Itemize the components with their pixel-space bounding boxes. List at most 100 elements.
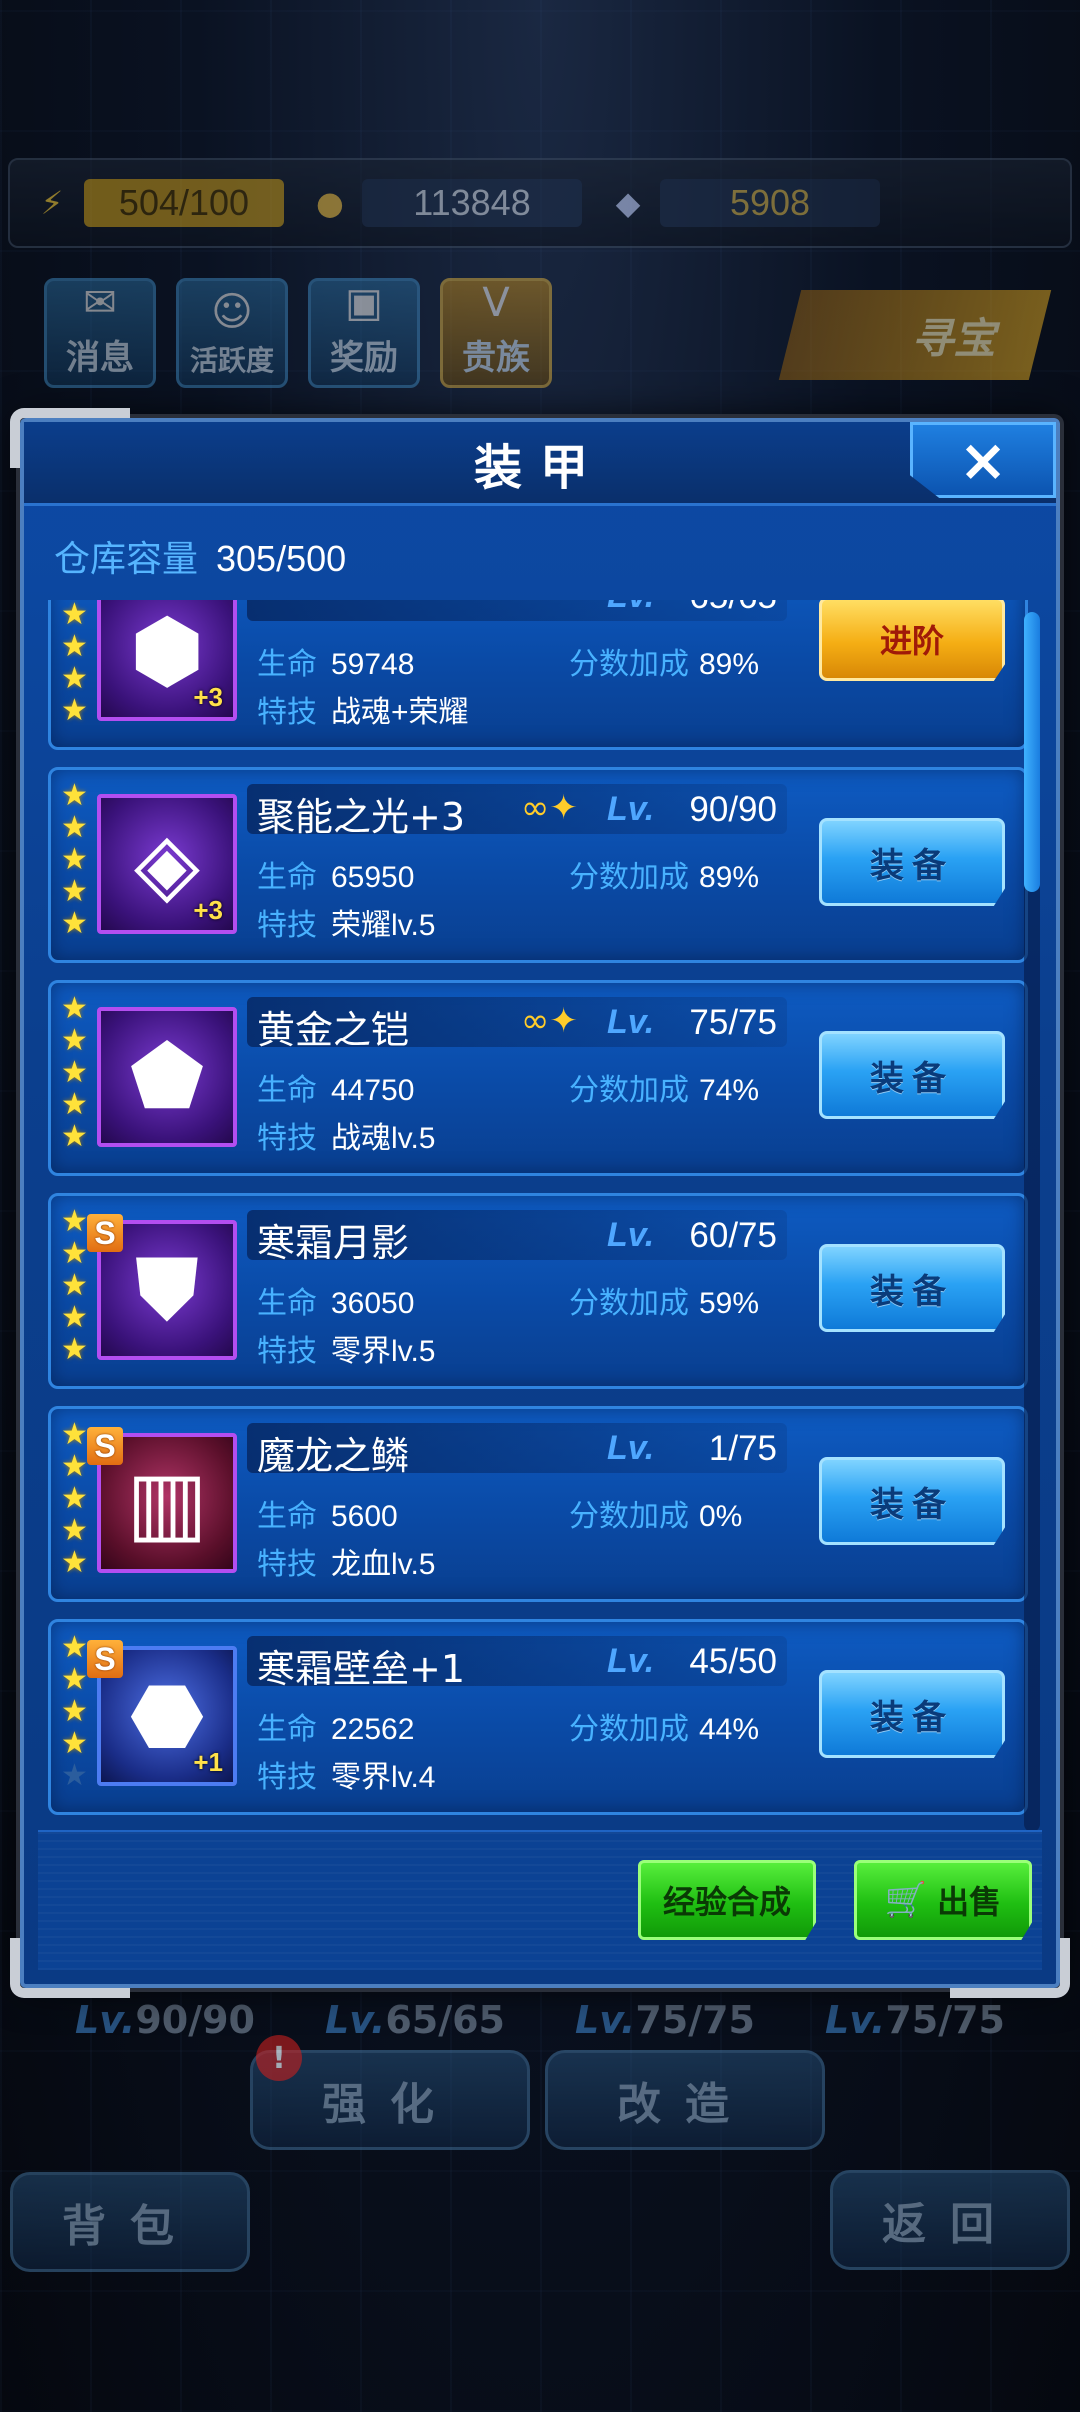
star-icon: ★ bbox=[61, 874, 88, 909]
armor-item[interactable]: ★★★★★ ⬢ +3 Lv. 65/65 生命 59748 分数加成 89% 特技战… bbox=[48, 600, 1028, 750]
backpack-button[interactable]: 背包 bbox=[10, 2172, 250, 2272]
level-value: 60/75 bbox=[689, 1216, 777, 1255]
star-rating: ★★★★★ bbox=[61, 600, 93, 727]
sell-button[interactable]: 🛒 出售 bbox=[854, 1860, 1032, 1940]
star-rating: ★★★★★ bbox=[61, 993, 93, 1153]
star-icon: ★ bbox=[61, 1545, 88, 1580]
bonus-label: 分数加成 bbox=[569, 1712, 689, 1747]
star-icon: ★ bbox=[61, 1694, 88, 1729]
equip-button[interactable]: 装备 bbox=[819, 1244, 1005, 1332]
star-icon: ★ bbox=[61, 600, 88, 632]
hp-value: 44750 bbox=[331, 1074, 415, 1107]
skill-value: 战魂+荣耀 bbox=[331, 696, 469, 729]
skill-value: 龙血lv.5 bbox=[331, 1548, 436, 1581]
armor-list[interactable]: ★★★★★ ⬢ +3 Lv. 65/65 生命59748 分数加成89% 特技战… bbox=[38, 600, 1048, 1832]
bonus-value: 59% bbox=[699, 1287, 760, 1320]
hp-stat: 生命 44750 bbox=[257, 1065, 414, 1109]
score-bonus-stat: 分数加成 89% bbox=[569, 639, 759, 683]
gem-value: 5908 bbox=[660, 179, 880, 227]
level-label: Lv. bbox=[607, 1003, 655, 1041]
star-icon: ★ bbox=[61, 1023, 88, 1058]
rewards-button[interactable]: ▣ 奖励 bbox=[308, 278, 420, 388]
hp-value: 22562 bbox=[331, 1713, 415, 1746]
hp-label: 生命 bbox=[257, 1712, 317, 1747]
capacity-label: 仓库容量 bbox=[54, 539, 199, 580]
skill-stat: 特技 龙血lv.5 bbox=[257, 1539, 435, 1583]
close-icon: × bbox=[958, 426, 1008, 494]
armor-icon: ⛊ bbox=[134, 1240, 200, 1340]
enhance-level: +1 bbox=[193, 1747, 223, 1777]
equipped-levels: Lv.90/90 Lv.65/65 Lv.75/75 Lv.75/75 bbox=[0, 1998, 1080, 2042]
star-icon: ★ bbox=[61, 991, 88, 1026]
dialog-footer: 经验合成 🛒 出售 bbox=[38, 1830, 1042, 1970]
armor-dialog: 装甲 × 仓库容量 305/500 ★★★★★ ⬢ +3 Lv. 65/65 生… bbox=[10, 408, 1070, 1998]
hp-value: 65950 bbox=[331, 861, 415, 894]
hp-value: 36050 bbox=[331, 1287, 415, 1320]
capacity-value: 305/500 bbox=[216, 538, 347, 579]
score-bonus-stat: 分数加成 59% bbox=[569, 1278, 759, 1322]
slot-level-2: Lv.65/65 bbox=[325, 1998, 505, 2042]
noble-button[interactable]: V 贵族 bbox=[440, 278, 552, 388]
hp-label: 生命 bbox=[257, 1499, 317, 1534]
scrollbar[interactable] bbox=[1024, 612, 1040, 1832]
hp-stat: 生命 36050 bbox=[257, 1278, 414, 1322]
level-label: Lv. bbox=[607, 1429, 655, 1467]
level-value: 65/65 bbox=[667, 600, 777, 617]
star-icon: ★ bbox=[61, 1087, 88, 1122]
skill-stat: 特技 零界lv.5 bbox=[257, 1326, 435, 1370]
level-label: Lv. bbox=[607, 790, 655, 828]
armor-item[interactable]: ★ ★ ★ ★ ★ S ⛊ 寒霜月影 Lv. 60/75 生命 36050 分数加成 59%… bbox=[48, 1193, 1028, 1389]
gem-resource: ◆ 5908 bbox=[606, 179, 880, 227]
armor-thumbnail[interactable]: ◈ +3 bbox=[97, 794, 237, 934]
v-badge-icon: V bbox=[482, 280, 510, 326]
back-button[interactable]: 返回 bbox=[830, 2170, 1070, 2270]
close-button[interactable]: × bbox=[910, 422, 1056, 498]
armor-name: 魔龙之鳞 bbox=[257, 1434, 410, 1478]
treasure-hunt-button[interactable]: 寻宝 bbox=[778, 290, 1052, 380]
star-icon: ★ bbox=[61, 1481, 88, 1516]
armor-item[interactable]: ★ ★ ★ ★ ★ S ⬣ +1 寒霜壁垒+1 Lv. 45/50 生命 22562 分数… bbox=[48, 1619, 1028, 1815]
armor-icon: ▥ bbox=[126, 1453, 208, 1553]
equip-button[interactable]: 装备 bbox=[819, 1670, 1005, 1758]
star-icon: ★ bbox=[61, 778, 88, 813]
scrollbar-thumb[interactable] bbox=[1024, 612, 1040, 892]
armor-item[interactable]: ★ ★ ★ ★ ★ ⬟ 黄金之铠 ∞✦ Lv. 75/75 生命 44750 分数加成 74… bbox=[48, 980, 1028, 1176]
activity-button[interactable]: ☺ 活跃度 bbox=[176, 278, 288, 388]
armor-name: 寒霜壁垒+1 bbox=[257, 1647, 466, 1691]
equip-button[interactable]: 装备 bbox=[819, 1031, 1005, 1119]
level-value: 90/90 bbox=[689, 790, 777, 829]
armor-thumbnail[interactable]: ⬟ bbox=[97, 1007, 237, 1147]
bonus-value: 89% bbox=[699, 648, 760, 681]
star-icon: ★ bbox=[61, 629, 88, 664]
star-icon: ★ bbox=[61, 842, 88, 877]
bond-chain-icon: ∞✦ bbox=[521, 1001, 578, 1041]
star-icon: ★ bbox=[61, 1119, 88, 1154]
hp-stat: 生命 59748 bbox=[257, 639, 414, 683]
s-rank-badge: S bbox=[87, 1427, 123, 1465]
smile-badge-icon: ☺ bbox=[211, 289, 253, 335]
armor-thumbnail[interactable]: ⬢ +3 bbox=[97, 600, 237, 721]
armor-name: 聚能之光+3 bbox=[257, 795, 466, 839]
armor-item[interactable]: ★ ★ ★ ★ ★ S ▥ 魔龙之鳞 Lv. 1/75 生命 5600 分数加成 0% 特技… bbox=[48, 1406, 1028, 1602]
bonus-label: 分数加成 bbox=[569, 1073, 689, 1108]
exp-merge-label: 经验合成 bbox=[662, 1883, 791, 1921]
armor-name: 黄金之铠 bbox=[257, 1008, 410, 1052]
bonus-label: 分数加成 bbox=[569, 1499, 689, 1534]
modify-button[interactable]: 改造 bbox=[545, 2050, 825, 2150]
top-menu: ✉ 消息 ☺ 活跃度 ▣ 奖励 V 贵族 bbox=[44, 278, 552, 388]
armor-item[interactable]: ★ ★ ★ ★ ★ ◈ +3 聚能之光+3 ∞✦ Lv. 90/90 生命 65950 分… bbox=[48, 767, 1028, 963]
skill-label: 特技 bbox=[257, 1334, 317, 1369]
energy-value: 504/100 bbox=[84, 179, 284, 227]
star-icon: ★ bbox=[61, 1332, 88, 1367]
equip-button[interactable]: 装备 bbox=[819, 1457, 1005, 1545]
messages-button[interactable]: ✉ 消息 bbox=[44, 278, 156, 388]
equip-button[interactable]: 装备 bbox=[819, 818, 1005, 906]
bond-chain-icon: ∞✦ bbox=[521, 788, 578, 828]
resource-bar: ⚡ 504/100 ● 113848 ◆ 5908 bbox=[8, 158, 1072, 248]
skill-stat: 特技 零界lv.4 bbox=[257, 1752, 435, 1796]
advance-button[interactable]: 进阶 bbox=[819, 600, 1005, 681]
exp-merge-button[interactable]: 经验合成 bbox=[638, 1860, 816, 1940]
s-rank-badge: S bbox=[87, 1214, 123, 1252]
energy-resource: ⚡ 504/100 bbox=[30, 179, 284, 227]
star-icon: ★ bbox=[61, 1726, 88, 1761]
